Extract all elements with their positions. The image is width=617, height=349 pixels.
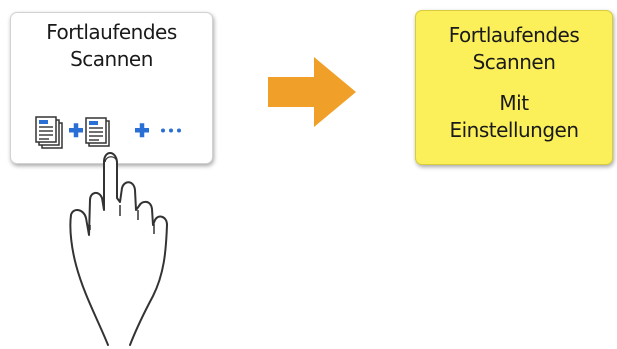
continuous-scan-title-line1: Fortlaufendes	[46, 20, 177, 44]
continuous-scan-label: Fortlaufendes Scannen	[11, 19, 212, 73]
right-title-line2: Scannen	[472, 50, 556, 74]
continuous-scan-with-settings-button[interactable]: Fortlaufendes Scannen Mit Einstellungen	[415, 10, 613, 165]
right-title-line1: Fortlaufendes	[448, 23, 580, 47]
right-sub-line2: Einstellungen	[449, 118, 579, 142]
continuous-scan-with-settings-subtitle: Mit Einstellungen	[416, 90, 612, 144]
continuous-scan-title-line2: Scannen	[70, 47, 153, 71]
pointing-hand-icon	[69, 152, 168, 346]
right-sub-line1: Mit	[499, 91, 529, 115]
arrow-right-icon	[268, 57, 356, 127]
continuous-scan-with-settings-title: Fortlaufendes Scannen	[416, 22, 612, 76]
